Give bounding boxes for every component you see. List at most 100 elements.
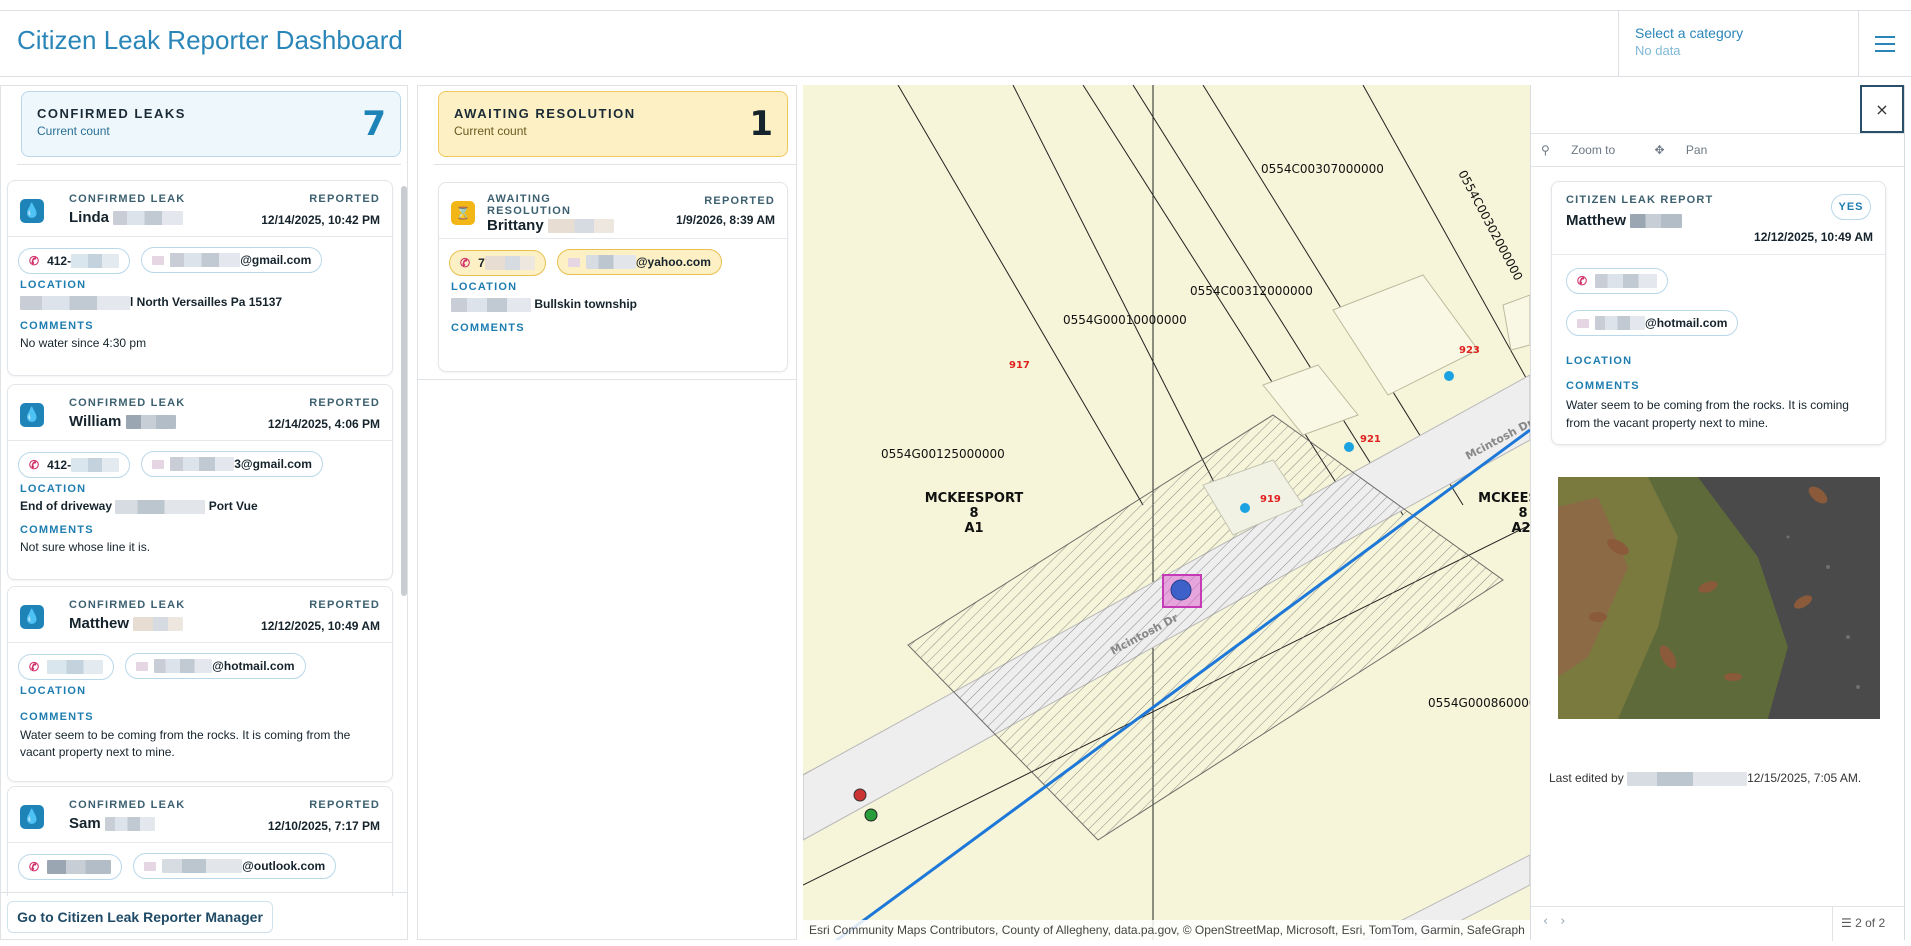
muni-label: A2: [1511, 521, 1530, 536]
map-canvas[interactable]: 0554C00307000000 0554C00302000000 0554C0…: [803, 85, 1530, 940]
phone-icon: ✆: [29, 659, 40, 674]
reported-date: 1/9/2026, 8:39 AM: [676, 213, 775, 227]
menu-icon: [1875, 43, 1895, 45]
location-label: LOCATION: [20, 279, 87, 291]
phone-chip[interactable]: ✆ 7: [449, 249, 546, 276]
card-kind: CONFIRMED LEAK: [69, 799, 186, 811]
confirmed-count-card: CONFIRMED LEAKS Current count 7: [21, 91, 401, 157]
water-drop-icon: 💧: [20, 403, 44, 427]
email-icon: [144, 861, 157, 871]
zoom-to-button[interactable]: ⚲ Zoom to: [1541, 143, 1633, 157]
pan-button[interactable]: ✥ Pan: [1655, 143, 1726, 157]
card-kind: CITIZEN LEAK REPORT: [1566, 194, 1714, 206]
water-drop-icon: 💧: [20, 605, 44, 629]
comments-label: COMMENTS: [20, 523, 94, 536]
hydrant-point[interactable]: [864, 808, 878, 822]
comments-value: Not sure whose line it is.: [20, 539, 151, 554]
phone-chip[interactable]: ✆ 412-: [18, 247, 131, 274]
reporter-name: Matthew: [1566, 212, 1683, 229]
phone-icon: ✆: [29, 253, 40, 268]
reported-date: 12/12/2025, 10:49 AM: [261, 619, 380, 633]
list-item[interactable]: 💧 CONFIRMED LEAK Matthew REPORTED 12/12/…: [7, 586, 393, 782]
menu-button[interactable]: [1858, 11, 1911, 77]
email-chip[interactable]: @hotmail.com: [1566, 310, 1739, 336]
reported-label: REPORTED: [704, 195, 775, 207]
service-point[interactable]: [1240, 503, 1250, 513]
category-selector[interactable]: Select a category No data: [1618, 11, 1858, 77]
list-scrollbar[interactable]: [401, 186, 407, 596]
list-item[interactable]: 💧 CONFIRMED LEAK William REPORTED 12/14/…: [7, 384, 393, 580]
email-chip[interactable]: @gmail.com: [141, 247, 323, 273]
category-label[interactable]: Select a category: [1635, 25, 1842, 41]
phone-icon: ✆: [29, 859, 40, 874]
reported-label: REPORTED: [309, 599, 380, 611]
last-edited: Last edited by 12/15/2025, 7:05 AM.: [1549, 771, 1862, 786]
muni-label: MCKEES: [1478, 491, 1530, 506]
phone-icon: ✆: [1577, 274, 1588, 288]
location-label: LOCATION: [20, 685, 87, 697]
reporter-name: Brittany: [487, 217, 614, 234]
phone-chip[interactable]: ✆ 412-: [18, 451, 131, 478]
service-point[interactable]: [1444, 371, 1454, 381]
email-chip[interactable]: @yahoo.com: [556, 249, 722, 275]
map-attribution: Esri Community Maps Contributors, County…: [803, 920, 1530, 940]
phone-icon: ✆: [460, 255, 471, 270]
email-chip[interactable]: @outlook.com: [133, 853, 337, 879]
valve-point[interactable]: [853, 788, 867, 802]
reported-label: REPORTED: [309, 397, 380, 409]
address-label: 923: [1459, 345, 1480, 356]
status-badge: YES: [1831, 194, 1871, 220]
chevron-right-icon[interactable]: ›: [1560, 914, 1577, 929]
parcel-label: 0554C00312000000: [1190, 284, 1313, 298]
email-chip[interactable]: @hotmail.com: [125, 653, 306, 679]
confirmed-subtitle: Current count: [37, 124, 110, 138]
popup-footer: ‹› ☰ 2 of 2: [1531, 906, 1904, 941]
category-value: No data: [1635, 43, 1681, 58]
water-drop-icon: 💧: [20, 199, 44, 223]
reporter-name: Matthew: [69, 615, 184, 632]
list-icon: ☰: [1841, 916, 1852, 930]
feature-popup: × ⚲ Zoom to ✥ Pan CITIZEN LEAK REPORT YE…: [1530, 85, 1905, 941]
page-indicator[interactable]: ☰ 2 of 2: [1832, 907, 1904, 941]
building: [1332, 274, 1479, 396]
map-view[interactable]: 0554C00307000000 0554C00302000000 0554C0…: [803, 85, 1530, 940]
reported-date: 12/14/2025, 4:06 PM: [267, 417, 380, 431]
muni-label: MCKEESPORT: [925, 491, 1024, 506]
phone-chip[interactable]: ✆: [18, 853, 123, 880]
phone-chip[interactable]: ✆: [18, 653, 115, 680]
confirmed-leaks-panel: CONFIRMED LEAKS Current count 7 💧 CONFIR…: [0, 85, 408, 940]
card-kind: CONFIRMED LEAK: [69, 193, 186, 205]
reported-date: 12/14/2025, 10:42 PM: [261, 213, 380, 227]
email-icon: [136, 661, 149, 671]
list-item[interactable]: ⌛ AWAITING RESOLUTION Brittany REPORTED 1…: [438, 182, 788, 372]
confirmed-title: CONFIRMED LEAKS: [37, 106, 186, 121]
awaiting-resolution-panel: AWAITING RESOLUTION Current count 1 ⌛ AW…: [417, 85, 797, 940]
email-chip[interactable]: 3@gmail.com: [141, 451, 323, 477]
reported-date: 12/10/2025, 7:17 PM: [267, 819, 380, 833]
chevron-left-icon[interactable]: ‹: [1543, 914, 1560, 929]
comments-value: Water seem to be coming from the rocks. …: [20, 728, 351, 759]
list-item[interactable]: 💧 CONFIRMED LEAK Sam REPORTED 12/10/2025…: [7, 786, 393, 896]
address-label: 921: [1360, 434, 1381, 445]
popup-toolbar: ⚲ Zoom to ✥ Pan: [1531, 133, 1904, 167]
confirmed-count: 7: [362, 104, 386, 144]
close-button[interactable]: ×: [1860, 85, 1904, 133]
email-icon: [152, 459, 165, 469]
email-icon: [1577, 318, 1589, 328]
leak-photo[interactable]: [1558, 477, 1880, 719]
reporter-name: Linda: [69, 209, 184, 226]
confirmed-list[interactable]: 💧 CONFIRMED LEAK Linda REPORTED 12/14/20…: [1, 180, 407, 896]
list-item[interactable]: 💧 CONFIRMED LEAK Linda REPORTED 12/14/20…: [7, 180, 393, 376]
phone-chip[interactable]: ✆: [1566, 268, 1669, 294]
location-label: LOCATION: [1566, 355, 1633, 367]
go-to-manager-button[interactable]: Go to Citizen Leak Reporter Manager: [7, 901, 273, 933]
muni-label: 8: [969, 506, 978, 521]
muni-label: A1: [964, 521, 983, 536]
address-label: 919: [1260, 494, 1281, 505]
email-icon: [152, 255, 165, 265]
email-icon: [567, 257, 580, 267]
service-point[interactable]: [1344, 442, 1354, 452]
leak-point[interactable]: [1170, 579, 1192, 601]
reported-date: 12/12/2025, 10:49 AM: [1754, 230, 1873, 244]
location-value: End of driveway Port Vue: [20, 499, 258, 514]
